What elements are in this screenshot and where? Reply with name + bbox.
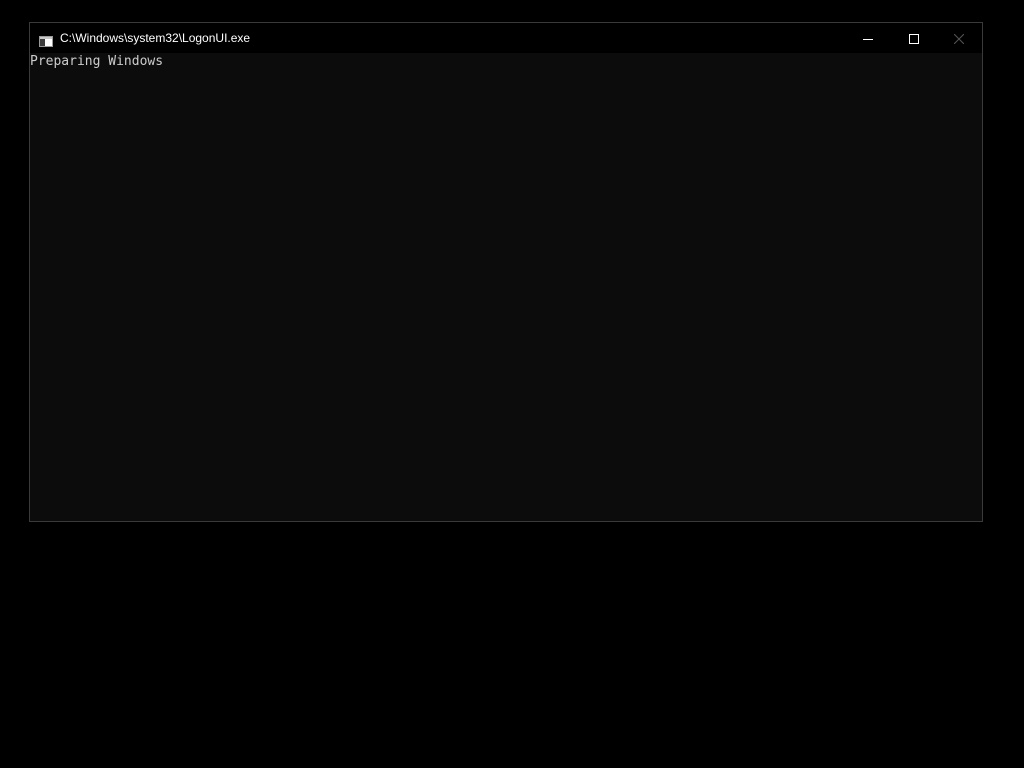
maximize-icon [909,29,919,48]
console-app-icon[interactable] [39,32,53,47]
console-window: C:\Windows\system32\LogonUI.exe Preparin… [29,22,983,522]
minimize-button[interactable] [845,23,891,53]
title-bar[interactable]: C:\Windows\system32\LogonUI.exe [30,23,982,53]
console-output-text: Preparing Windows [30,54,164,69]
maximize-button[interactable] [891,23,937,53]
window-title: C:\Windows\system32\LogonUI.exe [60,31,251,45]
console-output-area[interactable]: Preparing Windows [30,53,982,521]
close-button[interactable] [936,23,982,53]
minimize-icon [863,29,873,48]
close-icon [953,29,965,48]
